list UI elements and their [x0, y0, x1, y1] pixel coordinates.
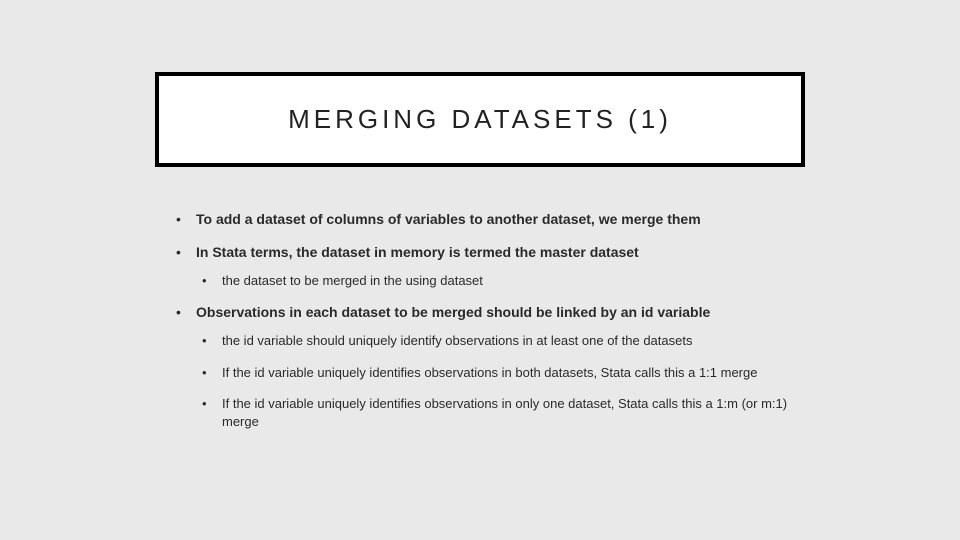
title-box: MERGING DATASETS (1)	[155, 72, 805, 167]
bullet-2-sub-1-text: the dataset to be merged in the using da…	[222, 273, 483, 288]
bullet-3-sub-3-text: If the id variable uniquely identifies o…	[222, 396, 787, 429]
bullet-3-sub-2: If the id variable uniquely identifies o…	[196, 364, 805, 382]
bullet-2: In Stata terms, the dataset in memory is…	[170, 243, 805, 289]
slide-title: MERGING DATASETS (1)	[288, 104, 672, 135]
slide-content: To add a dataset of columns of variables…	[170, 210, 805, 444]
bullet-3-sub-1: the id variable should uniquely identify…	[196, 332, 805, 350]
bullet-3: Observations in each dataset to be merge…	[170, 303, 805, 430]
bullet-2-text: In Stata terms, the dataset in memory is…	[196, 244, 639, 260]
slide: MERGING DATASETS (1) To add a dataset of…	[0, 0, 960, 540]
bullet-2-sub-1: the dataset to be merged in the using da…	[196, 272, 805, 290]
bullet-3-text: Observations in each dataset to be merge…	[196, 304, 710, 320]
bullet-3-sub-3: If the id variable uniquely identifies o…	[196, 395, 805, 430]
bullet-3-sub-2-text: If the id variable uniquely identifies o…	[222, 365, 757, 380]
bullet-1: To add a dataset of columns of variables…	[170, 210, 805, 229]
bullet-3-sub-1-text: the id variable should uniquely identify…	[222, 333, 692, 348]
bullet-1-text: To add a dataset of columns of variables…	[196, 211, 701, 227]
